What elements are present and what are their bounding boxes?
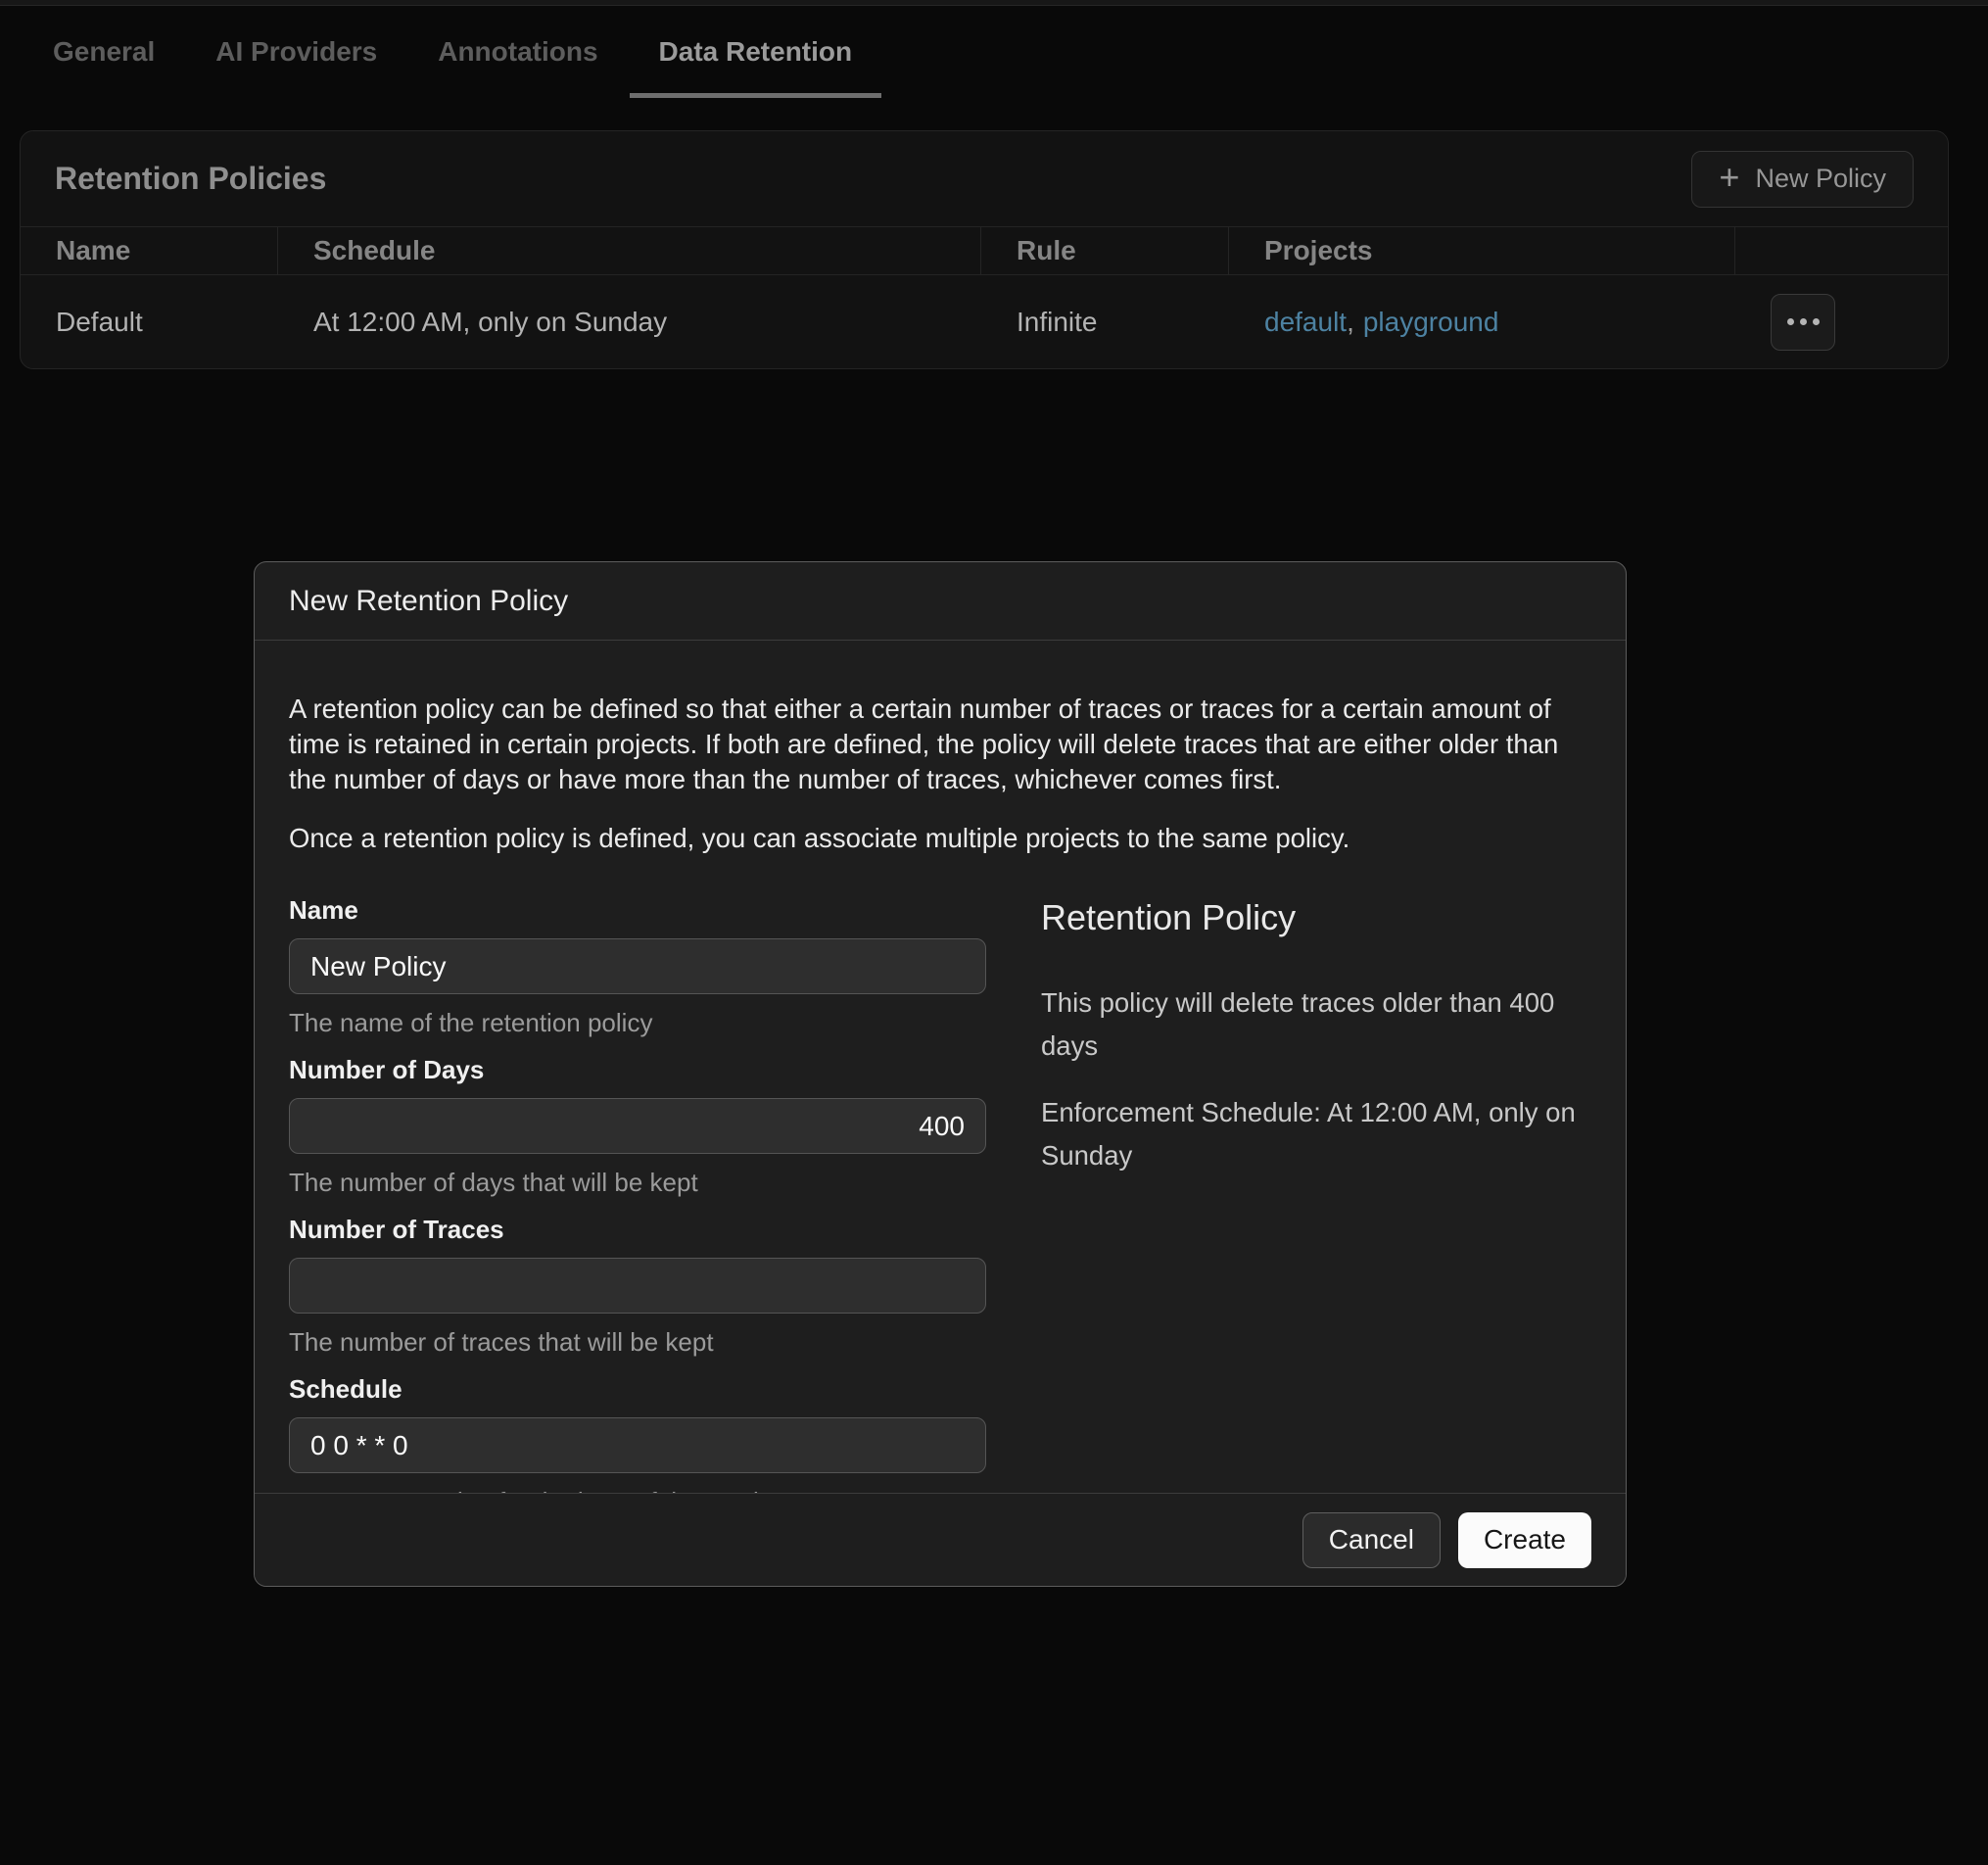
tab-annotations[interactable]: Annotations	[408, 6, 627, 98]
project-link-default[interactable]: default	[1264, 307, 1347, 338]
preview-title: Retention Policy	[1041, 897, 1592, 938]
schedule-label: Schedule	[289, 1374, 986, 1405]
traces-helper: The number of traces that will be kept	[289, 1327, 986, 1358]
column-header-rule: Rule	[981, 227, 1229, 274]
name-label: Name	[289, 895, 986, 926]
card-title: Retention Policies	[55, 161, 326, 197]
policy-projects-cell: default, playground	[1229, 275, 1735, 368]
policy-name-cell: Default	[21, 275, 278, 368]
project-link-playground[interactable]: playground	[1363, 307, 1499, 338]
row-actions-button[interactable]	[1771, 294, 1835, 351]
cancel-button[interactable]: Cancel	[1302, 1512, 1441, 1568]
project-separator: ,	[1347, 307, 1354, 338]
column-header-actions	[1735, 227, 1948, 274]
tab-general[interactable]: General	[24, 6, 184, 98]
policy-rule-cell: Infinite	[981, 275, 1229, 368]
modal-body: A retention policy can be defined so tha…	[255, 641, 1626, 1534]
table-header-row: Name Schedule Rule Projects	[21, 226, 1948, 275]
modal-header: New Retention Policy	[255, 562, 1626, 641]
new-policy-button-label: New Policy	[1755, 164, 1886, 194]
tab-ai-providers[interactable]: AI Providers	[186, 6, 406, 98]
name-helper: The name of the retention policy	[289, 1008, 986, 1038]
days-helper: The number of days that will be kept	[289, 1168, 986, 1198]
modal-footer: Cancel Create	[255, 1493, 1626, 1586]
ellipsis-icon	[1787, 318, 1794, 325]
column-header-name: Name	[21, 227, 278, 274]
policy-preview-panel: Retention Policy This policy will delete…	[1041, 895, 1592, 1534]
ellipsis-icon	[1813, 318, 1820, 325]
modal-title: New Retention Policy	[289, 585, 568, 618]
modal-description-1: A retention policy can be defined so tha…	[289, 692, 1592, 797]
policy-form: Name The name of the retention policy Nu…	[289, 895, 986, 1534]
preview-enforcement-schedule: Enforcement Schedule: At 12:00 AM, only …	[1041, 1091, 1592, 1177]
policy-actions-cell	[1735, 275, 1948, 368]
days-label: Number of Days	[289, 1055, 986, 1085]
new-policy-button[interactable]: + New Policy	[1691, 151, 1914, 208]
schedule-input[interactable]	[289, 1417, 986, 1473]
modal-form-grid: Name The name of the retention policy Nu…	[289, 895, 1592, 1534]
ellipsis-icon	[1800, 318, 1807, 325]
column-header-schedule: Schedule	[278, 227, 981, 274]
create-button[interactable]: Create	[1458, 1512, 1591, 1568]
retention-policies-card: Retention Policies + New Policy Name Sch…	[20, 130, 1949, 369]
card-header: Retention Policies + New Policy	[21, 131, 1948, 226]
table-row: Default At 12:00 AM, only on Sunday Infi…	[21, 275, 1948, 368]
modal-description-2: Once a retention policy is defined, you …	[289, 821, 1592, 856]
tab-data-retention[interactable]: Data Retention	[630, 6, 882, 98]
traces-input[interactable]	[289, 1258, 986, 1314]
preview-deletion-summary: This policy will delete traces older tha…	[1041, 981, 1592, 1068]
days-input[interactable]	[289, 1098, 986, 1154]
column-header-projects: Projects	[1229, 227, 1735, 274]
traces-label: Number of Traces	[289, 1215, 986, 1245]
plus-icon: +	[1719, 160, 1739, 195]
policy-schedule-cell: At 12:00 AM, only on Sunday	[278, 275, 981, 368]
settings-tabs: General AI Providers Annotations Data Re…	[0, 6, 1988, 98]
name-input[interactable]	[289, 938, 986, 994]
new-retention-policy-modal: New Retention Policy A retention policy …	[254, 561, 1627, 1587]
